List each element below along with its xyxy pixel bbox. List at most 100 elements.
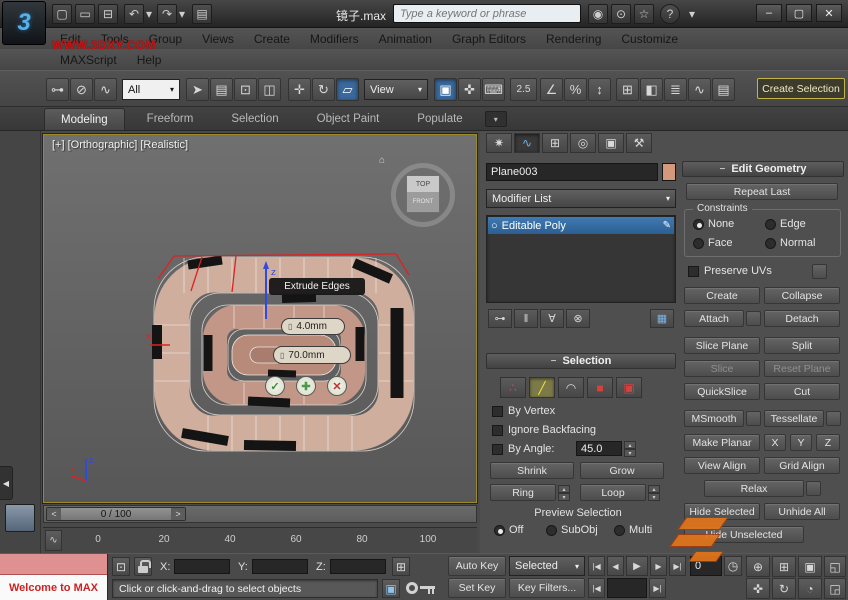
- snaps-toggle-icon[interactable]: 2.5: [510, 78, 537, 101]
- object-name-field[interactable]: Plane003: [486, 163, 658, 181]
- modifier-list-dropdown[interactable]: Modifier List ▾: [486, 189, 676, 208]
- zoom-region-icon[interactable]: ◱: [824, 556, 846, 577]
- close-button[interactable]: ✕: [816, 4, 842, 22]
- next-frame-icon[interactable]: >: [171, 508, 185, 520]
- isolate-selection-icon[interactable]: ⊡: [112, 557, 130, 576]
- create-selection-button[interactable]: Create Selection: [757, 78, 845, 99]
- grid-align-button[interactable]: Grid Align: [764, 457, 840, 474]
- radio-dot[interactable]: [693, 219, 704, 230]
- caddy-ok-button[interactable]: ✓: [265, 376, 285, 396]
- preserve-uvs-settings-button[interactable]: [812, 264, 827, 279]
- object-color-swatch[interactable]: [662, 163, 676, 181]
- menu-help[interactable]: Help: [127, 49, 172, 70]
- menu-views[interactable]: Views: [192, 28, 244, 49]
- loop-spinner[interactable]: ▴▾: [648, 485, 660, 501]
- constraint-normal-radio[interactable]: Normal: [765, 237, 815, 249]
- preserve-uvs-checkbox[interactable]: Preserve UVs: [688, 265, 772, 277]
- cut-button[interactable]: Cut: [764, 383, 840, 400]
- split-button[interactable]: Split: [764, 337, 840, 354]
- planar-y-button[interactable]: Y: [790, 434, 812, 451]
- radio-dot[interactable]: [765, 219, 776, 230]
- spin-down-icon[interactable]: ▾: [648, 493, 660, 501]
- tessellate-button[interactable]: Tessellate: [764, 410, 824, 427]
- listener-macro-row[interactable]: [0, 554, 107, 575]
- border-mode-icon[interactable]: ◠: [558, 377, 584, 398]
- by-angle-value-field[interactable]: 45.0: [576, 441, 622, 456]
- tab-modeling[interactable]: Modeling: [44, 108, 125, 130]
- create-button[interactable]: Create: [684, 287, 760, 304]
- viewport-layout-tab[interactable]: [5, 504, 35, 532]
- viewcube-cube[interactable]: TOP FRONT: [406, 175, 440, 213]
- app-logo-icon[interactable]: 3: [2, 1, 46, 45]
- make-unique-icon[interactable]: ∀: [540, 309, 564, 328]
- edge-mode-icon[interactable]: ╱: [529, 377, 555, 398]
- key-step-field[interactable]: [607, 578, 647, 598]
- by-vertex-checkbox[interactable]: By Vertex: [492, 405, 555, 417]
- tab-object-paint[interactable]: Object Paint: [301, 108, 396, 130]
- play-animation-icon[interactable]: ▶: [626, 556, 648, 576]
- menu-rendering[interactable]: Rendering: [536, 28, 611, 49]
- collapse-button[interactable]: Collapse: [764, 287, 840, 304]
- tessellate-settings-button[interactable]: [826, 411, 841, 426]
- hide-unselected-button[interactable]: Hide Unselected: [684, 526, 804, 543]
- zoom-all-icon[interactable]: ⊞: [772, 556, 796, 577]
- help-dropdown-icon[interactable]: ▾: [686, 4, 698, 24]
- spin-up-icon[interactable]: ▴: [624, 441, 636, 449]
- spin-down-icon[interactable]: ▾: [624, 449, 636, 457]
- zoom-icon[interactable]: ⊕: [746, 556, 770, 577]
- planar-z-button[interactable]: Z: [816, 434, 840, 451]
- select-and-link-icon[interactable]: ⊶: [46, 78, 69, 101]
- menu-graph-editors[interactable]: Graph Editors: [442, 28, 536, 49]
- time-slider-track[interactable]: < 0 / 100 >: [43, 505, 477, 523]
- edit-geometry-rollout-header[interactable]: − Edit Geometry: [682, 161, 844, 177]
- orbit-icon[interactable]: ↻: [772, 578, 796, 599]
- previous-key-icon[interactable]: |◀: [588, 578, 605, 598]
- previous-frame-icon[interactable]: <: [47, 508, 61, 520]
- curve-editor-icon[interactable]: ∿: [688, 78, 711, 101]
- panel-collapse-arrow-icon[interactable]: ◀: [0, 466, 13, 500]
- select-by-name-icon[interactable]: ▤: [210, 78, 233, 101]
- align-icon[interactable]: ≣: [664, 78, 687, 101]
- radio-dot[interactable]: [614, 525, 625, 536]
- constraint-edge-radio[interactable]: Edge: [765, 218, 806, 230]
- go-to-start-icon[interactable]: |◀: [588, 556, 605, 576]
- hierarchy-tab-icon[interactable]: ⊞: [542, 133, 568, 153]
- shrink-button[interactable]: Shrink: [490, 462, 574, 479]
- quickslice-button[interactable]: QuickSlice: [684, 383, 760, 400]
- selection-filter-dropdown[interactable]: All ▾: [122, 79, 180, 100]
- configure-modifier-sets-icon[interactable]: ▦: [650, 309, 674, 328]
- viewcube-front-face[interactable]: FRONT: [407, 192, 439, 212]
- grid-toggle-icon[interactable]: ⊞: [392, 557, 410, 576]
- time-configuration-icon[interactable]: ◷: [724, 556, 742, 576]
- viewcube-top-face[interactable]: TOP: [407, 176, 439, 192]
- key-mode-dropdown[interactable]: Selected ▾: [509, 556, 585, 576]
- field-of-view-icon[interactable]: ◔: [798, 578, 822, 599]
- msmooth-settings-button[interactable]: [746, 411, 761, 426]
- ring-spinner[interactable]: ▴▾: [558, 485, 570, 501]
- redo-dropdown-icon[interactable]: ▾: [177, 4, 187, 24]
- bind-to-space-warp-icon[interactable]: ∿: [94, 78, 117, 101]
- checkbox-box[interactable]: [492, 425, 503, 436]
- named-selection-sets-icon[interactable]: ⊞: [616, 78, 639, 101]
- planar-x-button[interactable]: X: [764, 434, 786, 451]
- spin-down-icon[interactable]: ▾: [558, 493, 570, 501]
- display-tab-icon[interactable]: ▣: [598, 133, 624, 153]
- show-end-result-icon[interactable]: ‖: [514, 309, 538, 328]
- z-coordinate-field[interactable]: [330, 559, 386, 574]
- radio-dot[interactable]: [693, 238, 704, 249]
- set-key-button[interactable]: Set Key: [448, 578, 506, 598]
- key-filters-button[interactable]: Key Filters...: [509, 578, 585, 598]
- ignore-backfacing-checkbox[interactable]: Ignore Backfacing: [492, 424, 596, 436]
- current-frame-field[interactable]: 0: [690, 556, 722, 576]
- relax-button[interactable]: Relax: [704, 480, 804, 497]
- undo-icon[interactable]: ↶: [124, 4, 144, 24]
- utilities-tab-icon[interactable]: ⚒: [626, 133, 652, 153]
- viewcube-home-icon[interactable]: ⌂: [379, 155, 385, 166]
- menu-maxscript[interactable]: MAXScript: [50, 49, 127, 70]
- element-mode-icon[interactable]: ▣: [616, 377, 642, 398]
- x-coordinate-field[interactable]: [174, 559, 230, 574]
- set-key-mode-icon[interactable]: [406, 580, 440, 598]
- keyboard-override-icon[interactable]: ⌨: [482, 78, 505, 101]
- help-icon[interactable]: ?: [660, 4, 680, 24]
- tab-populate[interactable]: Populate: [401, 108, 478, 130]
